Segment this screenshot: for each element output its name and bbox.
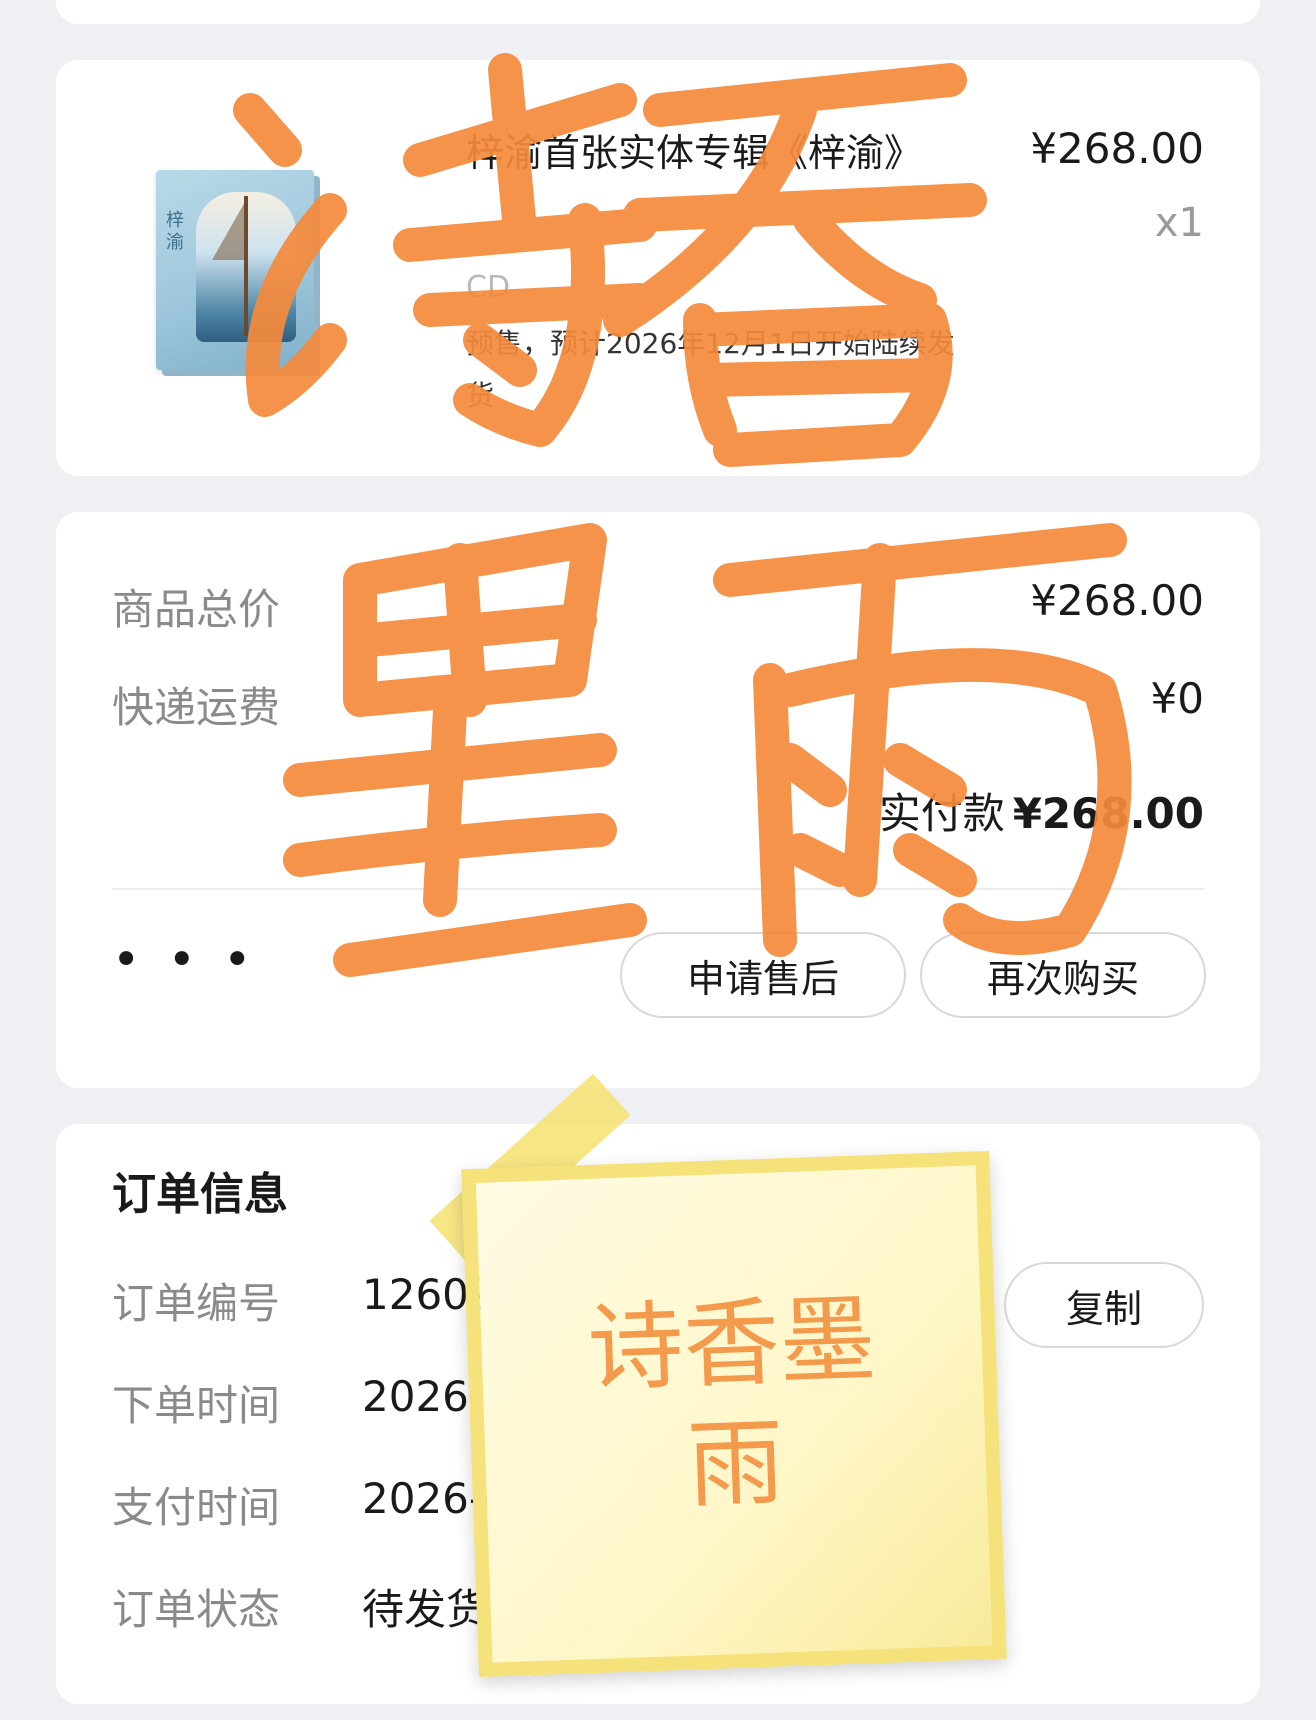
cover-title: 梓渝 [166, 210, 184, 253]
paid-amount: 实付款 ¥268.00 [879, 780, 1204, 841]
product-spec: CD [466, 270, 511, 305]
pay-time-label: 支付时间 [112, 1483, 281, 1532]
buy-again-button[interactable]: 再次购买 [920, 932, 1206, 1018]
paid-label: 实付款 [878, 789, 1005, 838]
copy-button[interactable]: 复制 [1004, 1262, 1204, 1348]
product-title[interactable]: 梓渝首张实体专辑《梓渝》 [466, 124, 986, 182]
product-card[interactable]: 梓渝 梓渝首张实体专辑《梓渝》 CD 预售，预计2026年12月1日开始陆续发货… [56, 60, 1260, 476]
cover-sail-art [212, 200, 246, 260]
presale-note: 预售，预计2026年12月1日开始陆续发货 [466, 327, 955, 412]
divider [112, 888, 1204, 890]
order-number-label: 订单编号 [112, 1279, 281, 1328]
goods-total-label: 商品总价 [112, 585, 281, 634]
apply-aftersale-button[interactable]: 申请售后 [620, 932, 906, 1018]
price-summary-card: 商品总价 ¥268.00 快递运费 ¥0 实付款 ¥268.00 • • • 申请… [56, 512, 1260, 1088]
order-info-title: 订单信息 [112, 1169, 288, 1220]
previous-card [56, 0, 1260, 24]
order-status-value: 待发货 [362, 1585, 489, 1634]
order-status-label: 订单状态 [112, 1585, 281, 1634]
product-quantity: x1 [1154, 200, 1204, 246]
sticky-note: 诗香墨雨 [461, 1150, 1007, 1678]
sticky-note-text: 诗香墨雨 [585, 1283, 878, 1522]
shipping-fee-value: ¥0 [1150, 674, 1204, 723]
product-price: ¥268.00 [1030, 124, 1204, 173]
album-cover-image[interactable]: 梓渝 [156, 170, 314, 370]
order-time-label: 下单时间 [112, 1381, 281, 1430]
shipping-fee-label: 快递运费 [112, 683, 281, 732]
more-options-icon[interactable]: • • • [112, 932, 257, 988]
cover-mast-art [244, 196, 248, 336]
goods-total-value: ¥268.00 [1030, 576, 1204, 625]
paid-value: ¥268.00 [1012, 789, 1204, 838]
